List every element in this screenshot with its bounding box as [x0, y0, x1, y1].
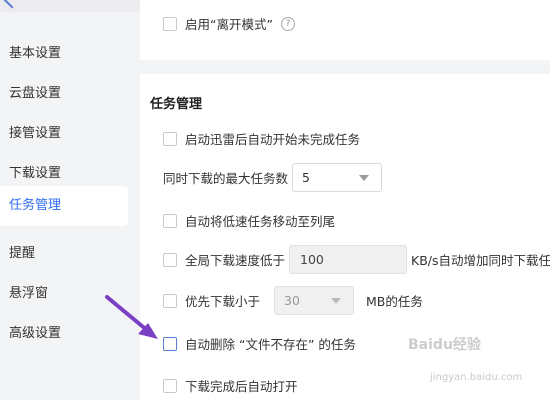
auto-start-checkbox[interactable]: [163, 131, 177, 146]
max-tasks-select[interactable]: 5: [292, 163, 383, 192]
auto-delete-checkbox[interactable]: [163, 336, 177, 351]
move-slow-label: 自动将低速任务移动至列尾: [185, 214, 336, 229]
max-tasks-row: 同时下载的最大任务数 5: [163, 163, 383, 192]
speed-threshold-value: 100: [300, 252, 324, 267]
sidebar-item-takeover[interactable]: 接管设置: [0, 114, 128, 154]
speed-threshold-suffix: KB/s自动增加同时下载任务: [411, 253, 550, 268]
away-mode-row: 启用“离开模式” ?: [163, 14, 295, 33]
auto-delete-label: 自动删除 “文件不存在” 的任务: [185, 337, 356, 352]
open-after-row: 下载完成后自动打开: [163, 376, 298, 395]
section-title: 任务管理: [150, 97, 203, 112]
auto-start-row: 启动迅雷后自动开始未完成任务: [163, 129, 360, 148]
speed-threshold-row: 全局下载速度低于 100 KB/s自动增加同时下载任务: [163, 245, 550, 274]
help-icon[interactable]: ?: [280, 16, 295, 31]
purple-arrow-icon: [105, 295, 158, 339]
back-arrow-icon[interactable]: [3, 0, 21, 9]
chevron-down-icon: [331, 297, 342, 304]
sidebar-item-task-management[interactable]: 任务管理: [0, 186, 128, 226]
open-after-label: 下载完成后自动打开: [185, 379, 298, 394]
small-first-value: 30: [284, 293, 300, 308]
sidebar-item-reminder[interactable]: 提醒: [0, 234, 128, 274]
small-first-label: 优先下载小于: [185, 294, 261, 309]
speed-threshold-label: 全局下载速度低于: [185, 253, 286, 268]
small-first-suffix: MB的任务: [366, 294, 423, 309]
move-slow-checkbox[interactable]: [163, 213, 177, 228]
small-first-row: 优先下载小于 30 MB的任务: [163, 286, 423, 315]
sidebar-item-basic[interactable]: 基本设置: [0, 34, 128, 74]
speed-threshold-checkbox[interactable]: [163, 252, 177, 267]
small-first-select[interactable]: 30: [274, 286, 355, 315]
chevron-down-icon: [359, 174, 370, 181]
auto-start-label: 启动迅雷后自动开始未完成任务: [185, 132, 361, 147]
baidu-watermark-logo: Baidu经验: [408, 337, 481, 353]
open-after-checkbox[interactable]: [163, 378, 177, 393]
auto-delete-row: 自动删除 “文件不存在” 的任务: [163, 334, 356, 353]
sidebar-item-cloud[interactable]: 云盘设置: [0, 74, 128, 114]
small-first-checkbox[interactable]: [163, 293, 177, 308]
max-tasks-value: 5: [302, 170, 310, 185]
away-mode-checkbox[interactable]: [163, 16, 177, 31]
away-mode-label: 启用“离开模式”: [185, 17, 273, 32]
move-slow-row: 自动将低速任务移动至列尾: [163, 211, 335, 230]
watermark-url: jingyan.baidu.com: [430, 372, 523, 383]
max-tasks-label: 同时下载的最大任务数: [163, 171, 289, 186]
speed-threshold-input[interactable]: 100: [289, 245, 408, 274]
